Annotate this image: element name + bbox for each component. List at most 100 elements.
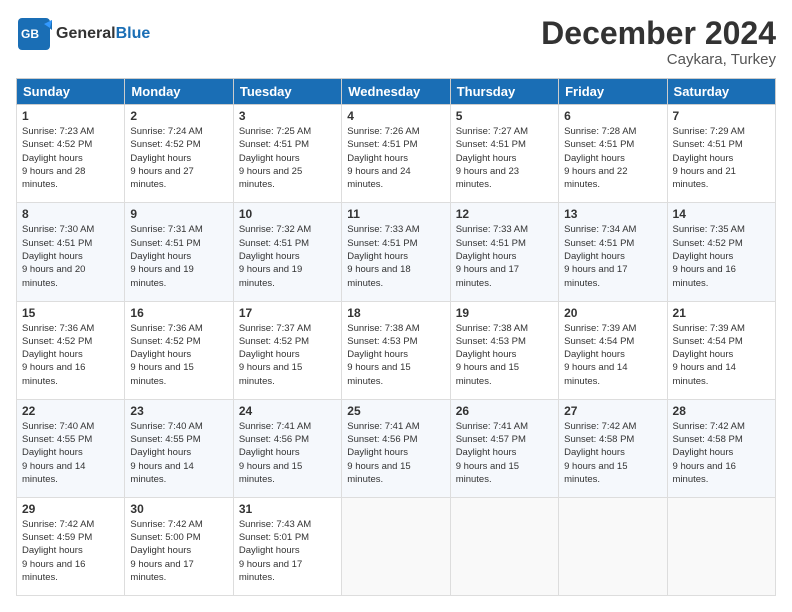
calendar-cell: 2 Sunrise: 7:24 AMSunset: 4:52 PMDaylight…	[125, 105, 233, 203]
calendar-cell	[450, 497, 558, 595]
day-number: 11	[347, 207, 444, 221]
day-info: Sunrise: 7:25 AMSunset: 4:51 PMDaylight …	[239, 125, 336, 191]
day-number: 19	[456, 306, 553, 320]
day-info: Sunrise: 7:39 AMSunset: 4:54 PMDaylight …	[673, 322, 770, 388]
day-header-thursday: Thursday	[450, 79, 558, 105]
day-header-tuesday: Tuesday	[233, 79, 341, 105]
calendar-table: SundayMondayTuesdayWednesdayThursdayFrid…	[16, 78, 776, 596]
logo-general: General	[56, 25, 116, 42]
day-info: Sunrise: 7:30 AMSunset: 4:51 PMDaylight …	[22, 223, 119, 289]
svg-text:GB: GB	[21, 27, 39, 41]
calendar-cell: 10Sunrise: 7:32 AMSunset: 4:51 PMDayligh…	[233, 203, 341, 301]
day-number: 16	[130, 306, 227, 320]
calendar-cell: 5Sunrise: 7:27 AMSunset: 4:51 PMDaylight…	[450, 105, 558, 203]
calendar-cell: 17 Sunrise: 7:37 AMSunset: 4:52 PMDayligh…	[233, 301, 341, 399]
day-header-friday: Friday	[559, 79, 667, 105]
day-info: Sunrise: 7:33 AMSunset: 4:51 PMDaylight …	[456, 223, 553, 289]
day-info: Sunrise: 7:27 AMSunset: 4:51 PMDaylight …	[456, 125, 553, 191]
calendar-cell	[342, 497, 450, 595]
day-number: 3	[239, 109, 336, 123]
day-number: 13	[564, 207, 661, 221]
day-number: 25	[347, 404, 444, 418]
day-info: Sunrise: 7:41 AMSunset: 4:57 PMDaylight …	[456, 420, 553, 486]
calendar-cell: 26 Sunrise: 7:41 AMSunset: 4:57 PMDayligh…	[450, 399, 558, 497]
day-number: 2	[130, 109, 227, 123]
calendar-cell: 20 Sunrise: 7:39 AMSunset: 4:54 PMDayligh…	[559, 301, 667, 399]
calendar-cell: 31 Sunrise: 7:43 AMSunset: 5:01 PMDayligh…	[233, 497, 341, 595]
day-number: 6	[564, 109, 661, 123]
day-info: Sunrise: 7:41 AMSunset: 4:56 PMDaylight …	[239, 420, 336, 486]
calendar-cell: 24 Sunrise: 7:41 AMSunset: 4:56 PMDayligh…	[233, 399, 341, 497]
calendar-week-5: 29Sunrise: 7:42 AMSunset: 4:59 PMDayligh…	[17, 497, 776, 595]
calendar-subtitle: Caykara, Turkey	[541, 51, 776, 68]
calendar-cell: 18 Sunrise: 7:38 AMSunset: 4:53 PMDayligh…	[342, 301, 450, 399]
calendar-title: December 2024	[541, 16, 776, 51]
day-number: 8	[22, 207, 119, 221]
day-info: Sunrise: 7:39 AMSunset: 4:54 PMDaylight …	[564, 322, 661, 388]
calendar-week-2: 8 Sunrise: 7:30 AMSunset: 4:51 PMDaylight…	[17, 203, 776, 301]
calendar-cell: 30Sunrise: 7:42 AMSunset: 5:00 PMDayligh…	[125, 497, 233, 595]
day-number: 27	[564, 404, 661, 418]
calendar-cell: 9 Sunrise: 7:31 AMSunset: 4:51 PMDaylight…	[125, 203, 233, 301]
day-number: 12	[456, 207, 553, 221]
calendar-cell: 12 Sunrise: 7:33 AMSunset: 4:51 PMDayligh…	[450, 203, 558, 301]
day-info: Sunrise: 7:35 AMSunset: 4:52 PMDaylight …	[673, 223, 770, 289]
day-number: 18	[347, 306, 444, 320]
day-info: Sunrise: 7:42 AMSunset: 5:00 PMDaylight …	[130, 518, 227, 584]
day-header-sunday: Sunday	[17, 79, 125, 105]
day-number: 23	[130, 404, 227, 418]
calendar-cell: 7 Sunrise: 7:29 AMSunset: 4:51 PMDaylight…	[667, 105, 775, 203]
day-header-saturday: Saturday	[667, 79, 775, 105]
day-info: Sunrise: 7:37 AMSunset: 4:52 PMDaylight …	[239, 322, 336, 388]
calendar-cell: 15 Sunrise: 7:36 AMSunset: 4:52 PMDayligh…	[17, 301, 125, 399]
calendar-cell: 13 Sunrise: 7:34 AMSunset: 4:51 PMDayligh…	[559, 203, 667, 301]
day-number: 22	[22, 404, 119, 418]
day-number: 15	[22, 306, 119, 320]
day-info: Sunrise: 7:23 AMSunset: 4:52 PMDaylight …	[22, 125, 119, 191]
logo-icon: GB	[16, 16, 52, 52]
day-info: Sunrise: 7:36 AMSunset: 4:52 PMDaylight …	[22, 322, 119, 388]
calendar-header-row: SundayMondayTuesdayWednesdayThursdayFrid…	[17, 79, 776, 105]
page: GB GeneralBlue December 2024 Caykara, Tu…	[0, 0, 792, 612]
calendar-week-4: 22 Sunrise: 7:40 AMSunset: 4:55 PMDayligh…	[17, 399, 776, 497]
day-number: 9	[130, 207, 227, 221]
day-number: 1	[22, 109, 119, 123]
logo: GB GeneralBlue	[16, 16, 150, 52]
calendar-cell: 29Sunrise: 7:42 AMSunset: 4:59 PMDayligh…	[17, 497, 125, 595]
day-info: Sunrise: 7:38 AMSunset: 4:53 PMDaylight …	[347, 322, 444, 388]
day-number: 31	[239, 502, 336, 516]
calendar-cell: 16Sunrise: 7:36 AMSunset: 4:52 PMDayligh…	[125, 301, 233, 399]
day-number: 17	[239, 306, 336, 320]
calendar-cell: 19 Sunrise: 7:38 AMSunset: 4:53 PMDayligh…	[450, 301, 558, 399]
day-number: 21	[673, 306, 770, 320]
calendar-week-3: 15 Sunrise: 7:36 AMSunset: 4:52 PMDayligh…	[17, 301, 776, 399]
calendar-cell: 1 Sunrise: 7:23 AMSunset: 4:52 PMDaylight…	[17, 105, 125, 203]
day-info: Sunrise: 7:43 AMSunset: 5:01 PMDaylight …	[239, 518, 336, 584]
day-info: Sunrise: 7:26 AMSunset: 4:51 PMDaylight …	[347, 125, 444, 191]
day-info: Sunrise: 7:34 AMSunset: 4:51 PMDaylight …	[564, 223, 661, 289]
day-info: Sunrise: 7:31 AMSunset: 4:51 PMDaylight …	[130, 223, 227, 289]
day-number: 4	[347, 109, 444, 123]
calendar-cell: 23 Sunrise: 7:40 AMSunset: 4:55 PMDayligh…	[125, 399, 233, 497]
day-info: Sunrise: 7:24 AMSunset: 4:52 PMDaylight …	[130, 125, 227, 191]
calendar-body: 1 Sunrise: 7:23 AMSunset: 4:52 PMDaylight…	[17, 105, 776, 596]
calendar-cell: 6 Sunrise: 7:28 AMSunset: 4:51 PMDaylight…	[559, 105, 667, 203]
calendar-cell: 11Sunrise: 7:33 AMSunset: 4:51 PMDayligh…	[342, 203, 450, 301]
day-info: Sunrise: 7:38 AMSunset: 4:53 PMDaylight …	[456, 322, 553, 388]
day-info: Sunrise: 7:29 AMSunset: 4:51 PMDaylight …	[673, 125, 770, 191]
day-info: Sunrise: 7:40 AMSunset: 4:55 PMDaylight …	[130, 420, 227, 486]
calendar-cell: 28Sunrise: 7:42 AMSunset: 4:58 PMDayligh…	[667, 399, 775, 497]
calendar-cell: 14 Sunrise: 7:35 AMSunset: 4:52 PMDayligh…	[667, 203, 775, 301]
day-number: 20	[564, 306, 661, 320]
day-header-wednesday: Wednesday	[342, 79, 450, 105]
calendar-cell	[559, 497, 667, 595]
day-info: Sunrise: 7:28 AMSunset: 4:51 PMDaylight …	[564, 125, 661, 191]
day-header-monday: Monday	[125, 79, 233, 105]
day-number: 24	[239, 404, 336, 418]
day-number: 26	[456, 404, 553, 418]
day-info: Sunrise: 7:41 AMSunset: 4:56 PMDaylight …	[347, 420, 444, 486]
day-number: 14	[673, 207, 770, 221]
header: GB GeneralBlue December 2024 Caykara, Tu…	[16, 16, 776, 68]
calendar-cell: 21 Sunrise: 7:39 AMSunset: 4:54 PMDayligh…	[667, 301, 775, 399]
day-number: 7	[673, 109, 770, 123]
